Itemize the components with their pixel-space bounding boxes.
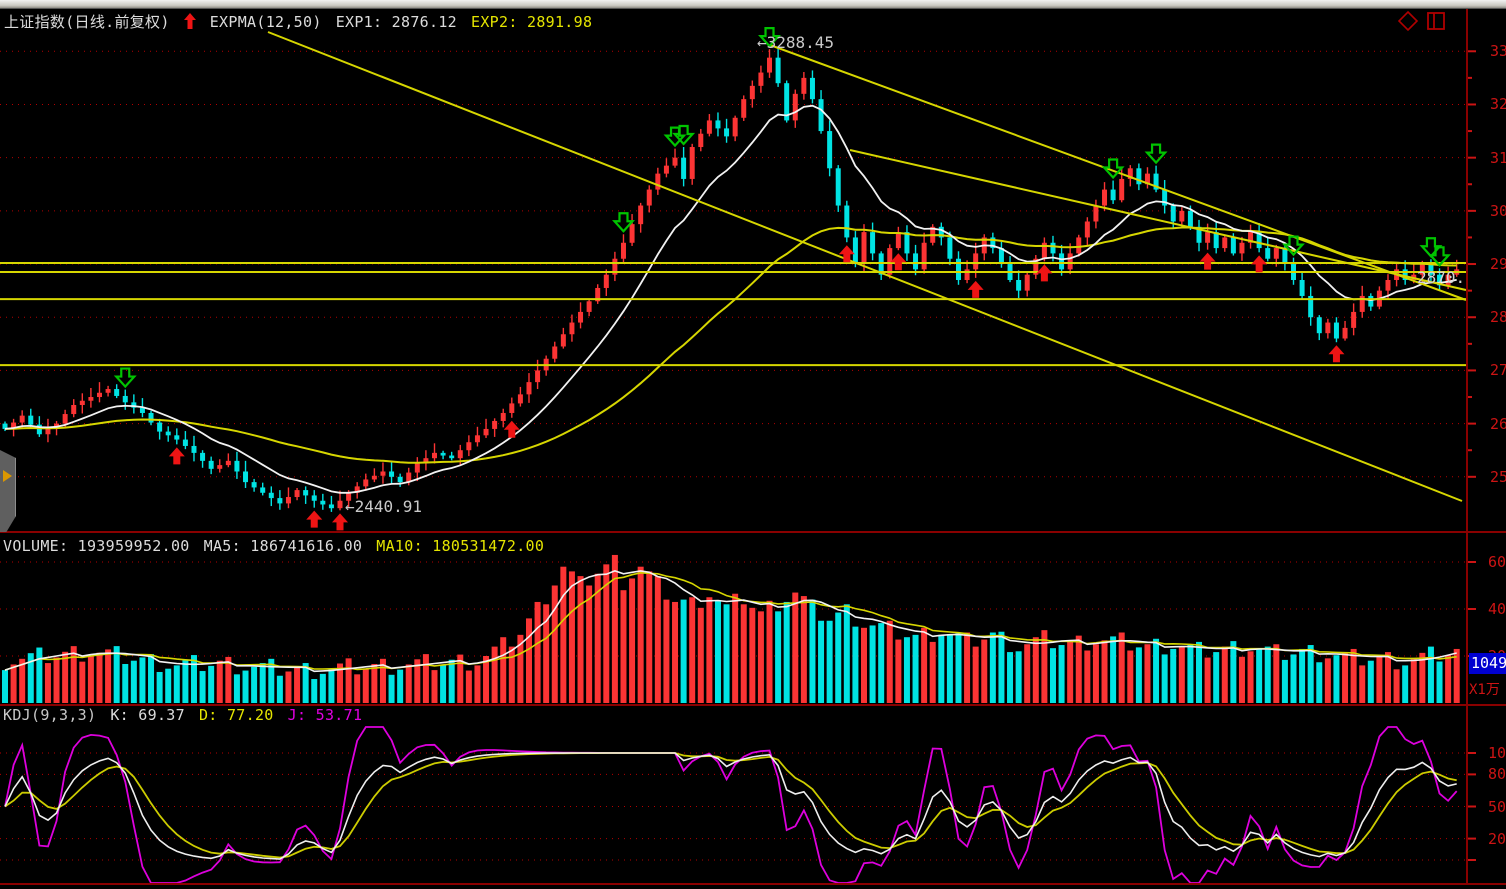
kdj-j-label: J: 53.71: [288, 706, 363, 724]
kdj-name-label: KDJ(9,3,3): [3, 706, 96, 724]
buy-arrow-icon: [968, 281, 984, 298]
panel-window-buttons: [1398, 10, 1458, 32]
buy-arrow-icon: [1200, 253, 1216, 270]
volume-axis-label: 60: [1488, 553, 1506, 571]
volume-ma5-label: MA5: 186741616.00: [204, 537, 363, 555]
volume-panel-header: VOLUME: 193959952.00 MA5: 186741616.00 MA1…: [3, 537, 558, 555]
kdj-panel-header: KDJ(9,3,3) K: 69.37 D: 77.20 J: 53.71: [3, 706, 376, 724]
symbol-title: 上证指数(日线.前复权): [4, 13, 170, 31]
buy-arrow-icon: [1036, 264, 1052, 281]
buy-arrow-icon: [1328, 345, 1344, 362]
panel-expand-tab[interactable]: [0, 450, 16, 532]
chart-canvas[interactable]: [0, 0, 1506, 889]
volume-bars-layer: [2, 555, 1460, 703]
sell-arrow-icon: [116, 369, 134, 387]
price-axis-label: 2600: [1490, 415, 1506, 433]
price-axis-label: 3000: [1490, 202, 1506, 220]
price-axis-label: 2800: [1490, 308, 1506, 326]
kdj-grid-layer: [0, 753, 1476, 860]
volume-readout-badge: 1049: [1469, 653, 1506, 674]
last-price-label: 2870.: [1417, 268, 1465, 287]
volume-axis-label: 40: [1488, 600, 1506, 618]
low-price-annotation: ←2440.91: [345, 497, 422, 516]
candlestick-layer: [3, 48, 1460, 512]
sell-arrow-icon: [1147, 145, 1165, 163]
buy-arrow-icon: [890, 253, 906, 270]
price-axis-label: 2700: [1490, 361, 1506, 379]
up-arrow-icon: [184, 13, 196, 33]
kdj-k-label: K: 69.37: [110, 706, 185, 724]
volume-value-label: VOLUME: 193959952.00: [3, 537, 190, 555]
buy-arrow-icon: [306, 511, 322, 528]
buy-arrow-icon: [839, 245, 855, 262]
restore-window-icon[interactable]: [1428, 13, 1444, 29]
kdj-d-label: D: 77.20: [199, 706, 274, 724]
window-top-edge: [0, 0, 1506, 9]
buy-arrow-icon: [1251, 255, 1267, 272]
price-axis-label: 2500: [1490, 468, 1506, 486]
diamond-icon[interactable]: [1399, 12, 1417, 30]
exp2-value-label: EXP2: 2891.98: [471, 13, 592, 31]
exp1-value-label: EXP1: 2876.12: [336, 13, 457, 31]
price-axis-label: 3100: [1490, 149, 1506, 167]
price-axis-label: 3200: [1490, 95, 1506, 113]
kdj-axis-label: 50: [1488, 798, 1506, 816]
volume-unit-label: X1万: [1469, 679, 1500, 699]
volume-ma10-label: MA10: 180531472.00: [376, 537, 544, 555]
main-chart-header: 上证指数(日线.前复权) EXPMA(12,50) EXP1: 2876.12 EXP…: [4, 11, 606, 33]
stock-chart-application: 上证指数(日线.前复权) EXPMA(12,50) EXP1: 2876.12 EXP…: [0, 0, 1506, 889]
kdj-axis-label: 20: [1488, 830, 1506, 848]
sell-arrow-icon: [1104, 160, 1122, 178]
expand-arrow-icon: [3, 470, 12, 482]
buy-arrow-icon: [504, 421, 520, 438]
buy-arrow-icon: [169, 447, 185, 464]
peak-price-annotation: ←3288.45: [757, 33, 834, 52]
drawn-trendlines-layer[interactable]: [0, 32, 1466, 501]
price-axis-label: 3300: [1490, 42, 1506, 60]
signal-markers-layer: [116, 28, 1448, 530]
indicator-name-label: EXPMA(12,50): [210, 13, 322, 31]
kdj-axis-label: 80: [1488, 765, 1506, 783]
price-axis-label: 2900: [1490, 255, 1506, 273]
kdj-axis-label: 100: [1488, 744, 1506, 762]
